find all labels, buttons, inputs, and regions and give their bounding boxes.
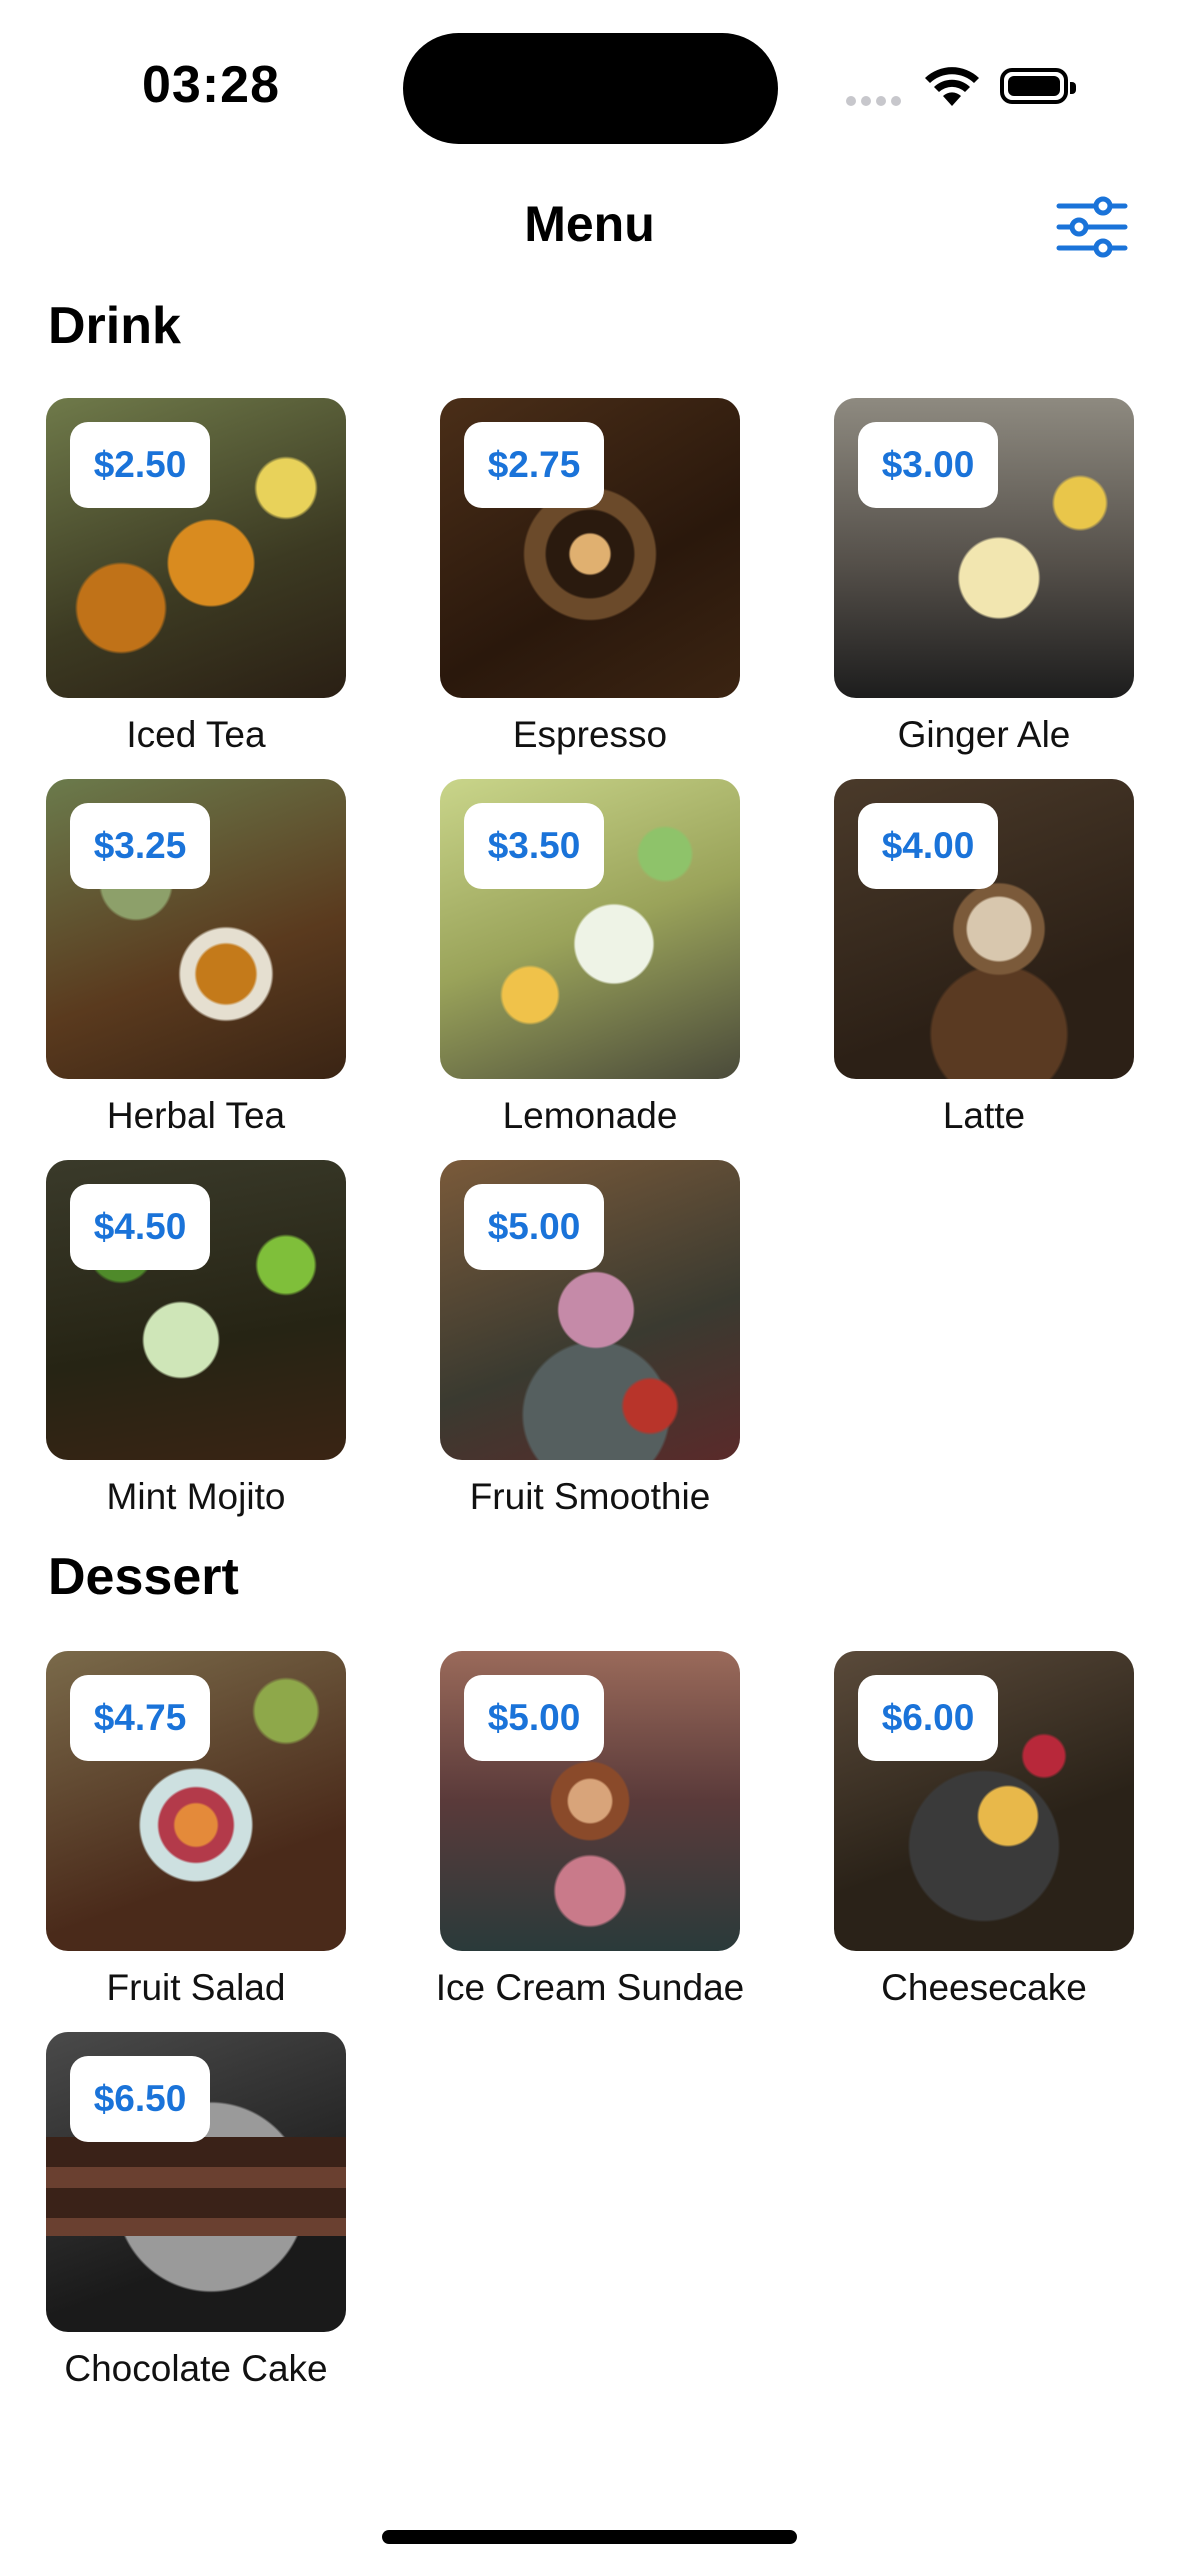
wifi-icon [923, 64, 981, 113]
price-badge: $6.00 [858, 1675, 998, 1761]
price-badge: $2.75 [464, 422, 604, 508]
dessert-grid: $4.75 Fruit Salad $5.00 Ice Cream Sundae… [46, 1651, 1136, 2413]
menu-item-cheesecake[interactable]: $6.00 Cheesecake [834, 1651, 1134, 2032]
menu-item-fruit-salad[interactable]: $4.75 Fruit Salad [46, 1651, 346, 2032]
price-badge: $4.00 [858, 803, 998, 889]
item-name: Cheesecake [881, 1967, 1087, 2008]
price-badge: $4.75 [70, 1675, 210, 1761]
price-badge: $5.00 [464, 1184, 604, 1270]
sliders-icon [1056, 196, 1128, 258]
menu-item-ice-cream-sundae[interactable]: $5.00 Ice Cream Sundae [436, 1651, 744, 2032]
price-badge: $2.50 [70, 422, 210, 508]
page-title: Menu [524, 196, 655, 252]
menu-item-lemonade[interactable]: $3.50 Lemonade [440, 779, 740, 1160]
section-title-drink: Drink [48, 297, 181, 355]
price-badge: $3.50 [464, 803, 604, 889]
menu-item-ginger-ale[interactable]: $3.00 Ginger Ale [834, 398, 1134, 779]
drink-grid: $2.50 Iced Tea $2.75 Espresso $3.00 Ging… [46, 398, 1136, 1541]
item-name: Latte [942, 1095, 1026, 1136]
menu-item-fruit-smoothie[interactable]: $5.00 Fruit Smoothie [440, 1160, 740, 1541]
status-time: 03:28 [142, 56, 280, 114]
price-badge: $4.50 [70, 1184, 210, 1270]
menu-item-espresso[interactable]: $2.75 Espresso [440, 398, 740, 779]
menu-item-latte[interactable]: $4.00 Latte [834, 779, 1134, 1160]
item-name: Fruit Salad [106, 1967, 286, 2008]
item-name: Ice Cream Sundae [435, 1967, 745, 2008]
battery-icon [1000, 68, 1076, 104]
cellular-signal-icon [846, 93, 906, 111]
dynamic-island [403, 33, 778, 144]
price-badge: $5.00 [464, 1675, 604, 1761]
item-name: Iced Tea [126, 714, 266, 755]
item-name: Chocolate Cake [64, 2348, 328, 2389]
menu-item-iced-tea[interactable]: $2.50 Iced Tea [46, 398, 346, 779]
menu-item-mint-mojito[interactable]: $4.50 Mint Mojito [46, 1160, 346, 1541]
item-name: Lemonade [502, 1095, 678, 1136]
item-name: Herbal Tea [106, 1095, 286, 1136]
price-badge: $3.00 [858, 422, 998, 508]
home-indicator[interactable] [382, 2530, 797, 2544]
item-name: Ginger Ale [897, 714, 1071, 755]
menu-item-chocolate-cake[interactable]: $6.50 Chocolate Cake [46, 2032, 346, 2413]
price-badge: $6.50 [70, 2056, 210, 2142]
item-name: Fruit Smoothie [469, 1476, 711, 1517]
menu-item-herbal-tea[interactable]: $3.25 Herbal Tea [46, 779, 346, 1160]
price-badge: $3.25 [70, 803, 210, 889]
item-name: Mint Mojito [106, 1476, 286, 1517]
item-name: Espresso [512, 714, 668, 755]
status-bar: 03:28 [0, 0, 1179, 170]
section-title-dessert: Dessert [48, 1548, 239, 1606]
filter-button[interactable] [1055, 196, 1129, 258]
